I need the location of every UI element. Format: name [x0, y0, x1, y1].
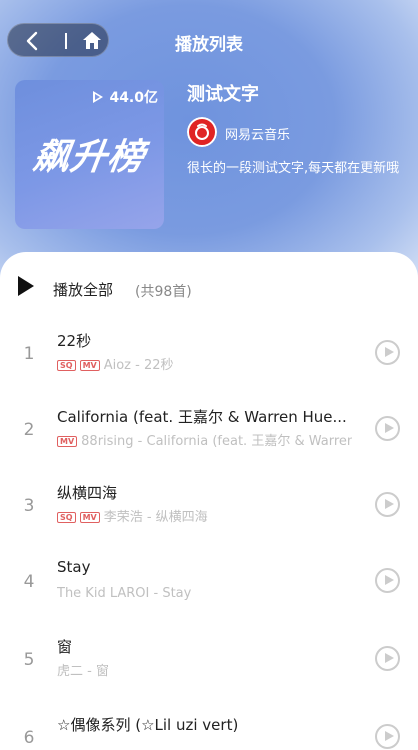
page-title: 播放列表 — [175, 35, 243, 55]
playlist-cover[interactable]: 44.0亿 飙升榜 — [15, 80, 164, 229]
play-count: 44.0亿 — [93, 87, 158, 107]
song-index: 4 — [23, 572, 35, 592]
playlist-title: 测试文字 — [187, 84, 259, 105]
sq-badge: SQ — [57, 360, 76, 371]
sq-badge: SQ — [57, 512, 76, 523]
song-row[interactable]: 1 22秒 SQ MV Aioz - 22秒 — [0, 316, 418, 392]
song-row[interactable]: 6 ☆偶像系列 (☆Lil uzi vert) — [0, 700, 418, 750]
play-count-value: 44.0亿 — [109, 90, 158, 106]
song-artist-album: 88rising - California (feat. 王嘉尔 & Warre… — [81, 434, 352, 448]
playlist-info: 测试文字 网易云音乐 很长的一段测试文字,每天都在更新哦 — [187, 80, 412, 176]
cover-logo-text: 飙升榜 — [30, 137, 148, 178]
song-meta: 虎二 - 窗 — [57, 660, 352, 678]
play-count-icon — [93, 91, 104, 103]
song-row[interactable]: 5 窗 虎二 - 窗 — [0, 622, 418, 698]
play-circle-icon[interactable] — [375, 646, 400, 671]
song-index: 1 — [23, 344, 35, 364]
play-circle-icon[interactable] — [375, 568, 400, 593]
song-meta: SQ MV Aioz - 22秒 — [57, 354, 352, 372]
song-name: 窗 — [57, 638, 73, 656]
song-row[interactable]: 2 California (feat. 王嘉尔 & Warren Hue... … — [0, 392, 418, 468]
play-circle-icon[interactable] — [375, 416, 400, 441]
mv-badge[interactable]: MV — [79, 512, 100, 523]
song-name: California (feat. 王嘉尔 & Warren Hue... — [57, 408, 347, 426]
song-artist-album: The Kid LAROI - Stay — [57, 586, 192, 600]
mv-badge[interactable]: MV — [79, 360, 100, 371]
play-circle-icon[interactable] — [375, 492, 400, 517]
play-all-icon[interactable] — [18, 276, 34, 296]
song-name: 纵横四海 — [57, 484, 118, 502]
top-bar: 播放列表 — [0, 0, 418, 82]
song-name: ☆偶像系列 (☆Lil uzi vert) — [57, 716, 239, 734]
song-index: 6 — [23, 728, 35, 748]
song-index: 3 — [23, 496, 35, 516]
song-name: Stay — [57, 558, 91, 576]
song-artist-album: Aioz - 22秒 — [103, 358, 174, 372]
song-index: 5 — [23, 650, 35, 670]
creator-name: 网易云音乐 — [225, 128, 291, 143]
song-meta: The Kid LAROI - Stay — [57, 582, 352, 600]
song-name: 22秒 — [57, 332, 92, 350]
playlist-description[interactable]: 很长的一段测试文字,每天都在更新哦 — [187, 158, 409, 179]
song-meta: SQ MV 李荣浩 - 纵横四海 — [57, 506, 352, 524]
song-index: 2 — [23, 420, 35, 440]
netease-logo-icon — [187, 117, 217, 147]
mv-badge[interactable]: MV — [57, 436, 78, 447]
play-circle-icon[interactable] — [375, 724, 400, 749]
play-all-label[interactable]: 播放全部 — [53, 279, 113, 300]
play-circle-icon[interactable] — [375, 340, 400, 365]
song-count: (共98首) — [135, 284, 192, 300]
song-row[interactable]: 3 纵横四海 SQ MV 李荣浩 - 纵横四海 — [0, 468, 418, 544]
song-list-panel: 播放全部 (共98首) 1 22秒 SQ MV Aioz - 22秒 2 Calif… — [0, 252, 418, 750]
song-artist-album: 李荣浩 - 纵横四海 — [103, 510, 208, 524]
song-artist-album: 虎二 - 窗 — [57, 664, 109, 678]
song-meta: MV 88rising - California (feat. 王嘉尔 & War… — [57, 430, 352, 448]
song-row[interactable]: 4 Stay The Kid LAROI - Stay — [0, 544, 418, 620]
play-all-row[interactable]: 播放全部 (共98首) — [0, 252, 418, 322]
